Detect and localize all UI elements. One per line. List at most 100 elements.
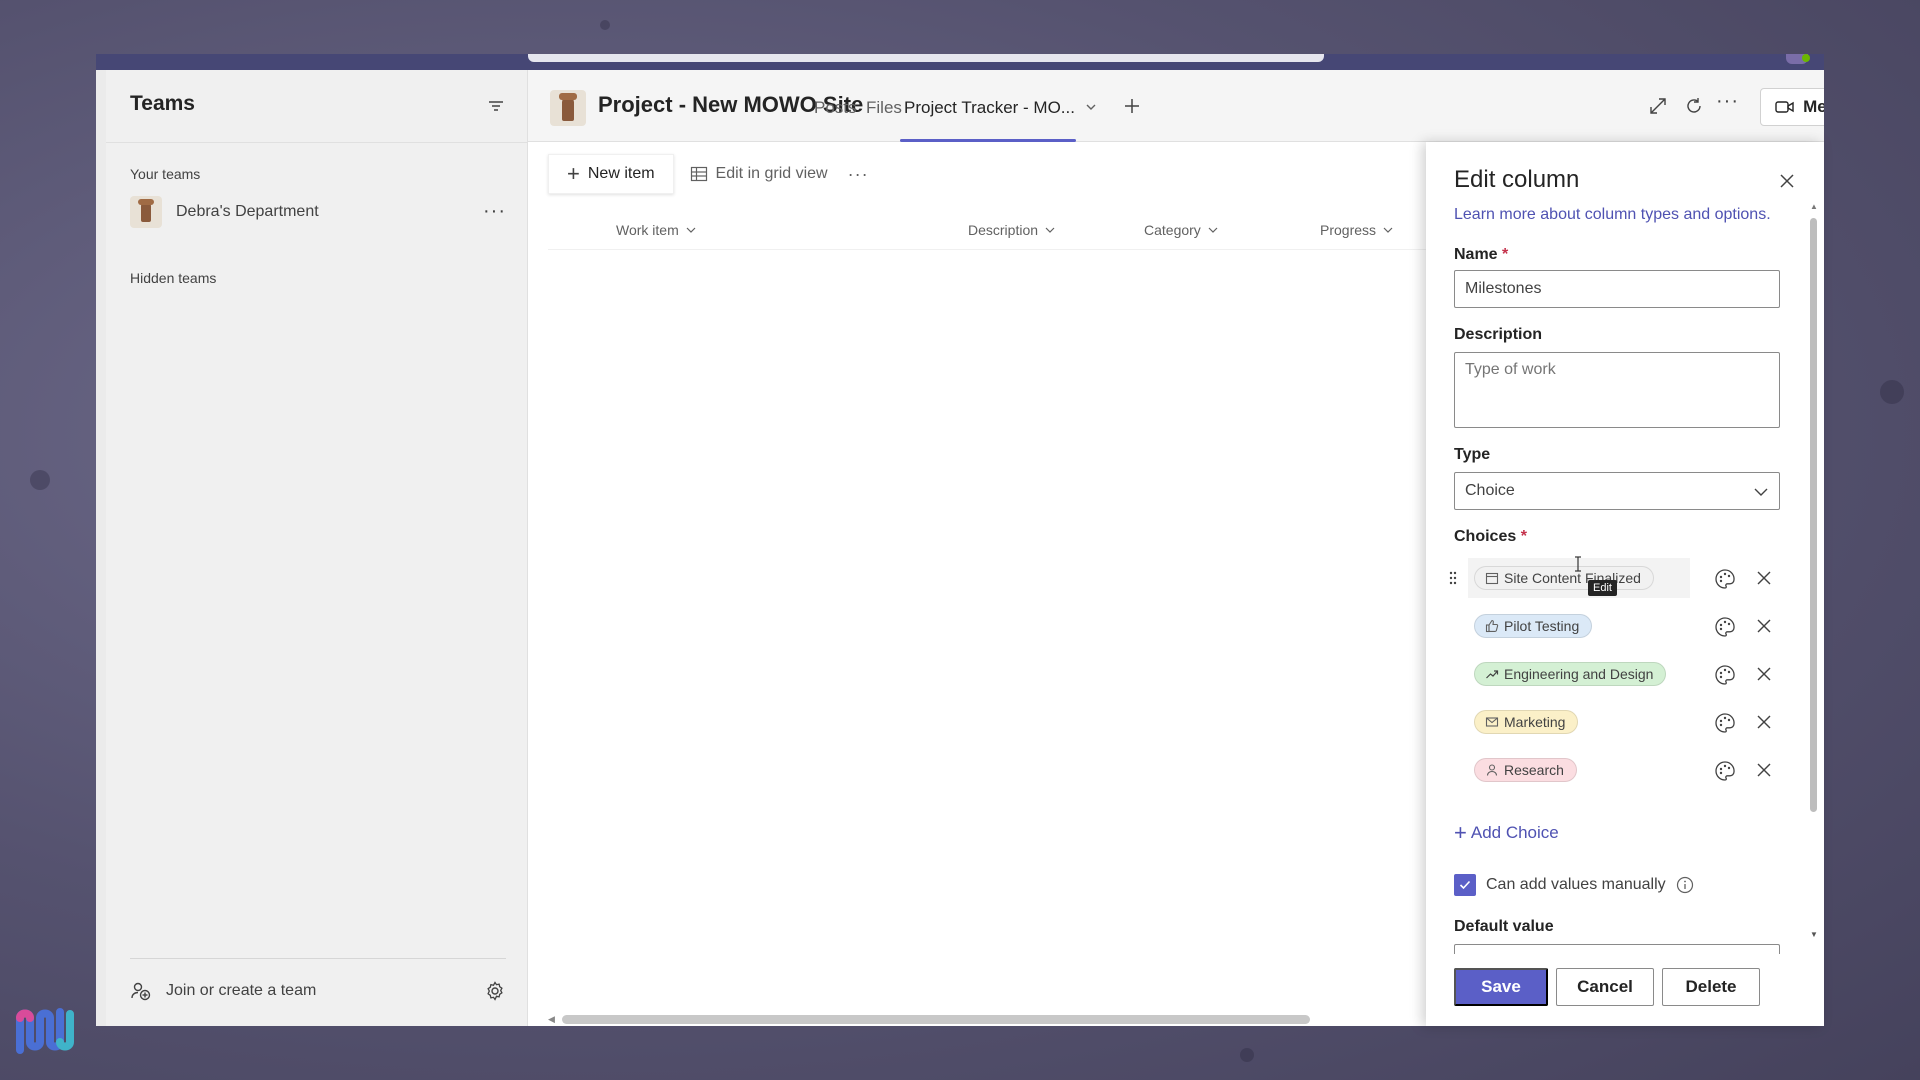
- team-avatar: [130, 196, 162, 228]
- team-more-options-icon[interactable]: ···: [483, 200, 506, 223]
- scroll-left-icon[interactable]: ◀: [548, 1014, 555, 1025]
- edit-column-panel: Edit column Learn more about column type…: [1426, 142, 1824, 1026]
- chevron-down-icon: [1045, 227, 1055, 233]
- column-header-progress[interactable]: Progress: [1320, 222, 1394, 238]
- tab-project-tracker[interactable]: Project Tracker - MO...: [904, 98, 1075, 118]
- manual-values-option[interactable]: Can add values manually: [1454, 874, 1694, 896]
- type-select[interactable]: Choice: [1454, 472, 1780, 510]
- close-icon[interactable]: [1778, 172, 1796, 190]
- choice-row[interactable]: Marketing: [1448, 702, 1771, 742]
- required-mark: *: [1502, 246, 1509, 263]
- user-avatar[interactable]: [1786, 54, 1810, 64]
- title-bar: [96, 54, 1824, 70]
- edit-grid-view-button[interactable]: Edit in grid view: [690, 165, 828, 183]
- palette-icon[interactable]: [1714, 760, 1736, 782]
- choice-pill[interactable]: Marketing: [1474, 710, 1579, 734]
- thumbs-up-icon: [1485, 619, 1499, 633]
- gear-icon[interactable]: [484, 980, 506, 1002]
- choice-pill[interactable]: Engineering and Design: [1474, 662, 1667, 686]
- learn-more-link[interactable]: Learn more about column types and option…: [1454, 206, 1771, 224]
- horizontal-scrollbar[interactable]: ◀: [548, 1014, 1444, 1024]
- chevron-down-icon[interactable]: [1084, 100, 1098, 114]
- required-mark: *: [1520, 528, 1527, 545]
- scrollbar-thumb[interactable]: [562, 1015, 1310, 1024]
- manual-values-checkbox[interactable]: [1454, 874, 1476, 896]
- choices-label-text: Choices: [1454, 528, 1517, 545]
- sidebar-divider: [106, 142, 527, 143]
- palette-icon[interactable]: [1714, 664, 1736, 686]
- column-header-description[interactable]: Description: [968, 222, 1056, 238]
- tab-posts[interactable]: Posts: [814, 98, 857, 118]
- choice-row[interactable]: Engineering and Design: [1448, 654, 1771, 694]
- chevron-down-icon: [1383, 227, 1393, 233]
- brand-logo-icon: [16, 1008, 74, 1054]
- meet-button[interactable]: Meet: [1760, 88, 1824, 126]
- hidden-teams-heading[interactable]: Hidden teams: [130, 270, 216, 286]
- drag-handle-icon[interactable]: [1448, 571, 1458, 585]
- save-button[interactable]: Save: [1454, 968, 1548, 1006]
- cancel-button[interactable]: Cancel: [1556, 968, 1654, 1006]
- search-bar[interactable]: [528, 54, 1324, 62]
- choice-label: Research: [1504, 762, 1564, 778]
- text-cursor-icon: [1575, 556, 1581, 572]
- close-icon[interactable]: [1756, 666, 1772, 682]
- delete-button[interactable]: Delete: [1662, 968, 1760, 1006]
- column-header-category[interactable]: Category: [1144, 222, 1219, 238]
- team-item-debras-department[interactable]: Debra's Department ···: [130, 194, 506, 230]
- sidebar-title: Teams: [130, 92, 195, 115]
- new-item-button[interactable]: + New item: [548, 154, 674, 194]
- filter-icon[interactable]: [486, 96, 506, 116]
- calendar-icon: [1485, 572, 1499, 585]
- join-or-create-team-button[interactable]: Join or create a team: [130, 976, 506, 1006]
- description-field[interactable]: [1454, 352, 1780, 428]
- chevron-down-icon: [686, 227, 696, 233]
- mail-icon: [1485, 717, 1499, 727]
- meet-label: Meet: [1803, 97, 1824, 116]
- more-options-icon[interactable]: ···: [1716, 90, 1739, 113]
- choice-pill[interactable]: Site Content Finalized: [1474, 566, 1654, 590]
- choices-label: Choices *: [1454, 528, 1527, 546]
- close-icon[interactable]: [1756, 714, 1772, 730]
- choice-row[interactable]: Research: [1448, 750, 1771, 790]
- choice-pill[interactable]: Research: [1474, 758, 1577, 782]
- scroll-up-icon[interactable]: ▲: [1810, 202, 1818, 211]
- column-header-work-item[interactable]: Work item: [616, 222, 697, 238]
- plus-icon: +: [1454, 820, 1467, 845]
- panel-footer: Save Cancel Delete: [1426, 954, 1824, 1026]
- add-choice-button[interactable]: + Add Choice: [1454, 822, 1559, 844]
- scroll-down-icon[interactable]: ▼: [1810, 930, 1818, 939]
- people-add-icon: [131, 982, 151, 1001]
- chevron-down-icon: [1208, 227, 1218, 233]
- tab-files[interactable]: Files: [866, 98, 902, 118]
- more-commands-icon[interactable]: ···: [848, 164, 869, 185]
- add-choice-label: Add Choice: [1470, 823, 1559, 842]
- name-label-text: Name: [1454, 246, 1498, 263]
- grid-icon: [690, 166, 707, 182]
- refresh-icon[interactable]: [1684, 96, 1704, 116]
- name-field[interactable]: [1454, 270, 1780, 308]
- expand-icon[interactable]: [1648, 96, 1668, 116]
- description-label: Description: [1454, 326, 1543, 343]
- active-tab-indicator: [900, 139, 1076, 142]
- close-icon[interactable]: [1756, 762, 1772, 778]
- panel-scrollbar[interactable]: ▲ ▼: [1808, 202, 1818, 942]
- palette-icon[interactable]: [1714, 712, 1736, 734]
- close-icon[interactable]: [1756, 618, 1772, 634]
- add-tab-icon[interactable]: [1122, 96, 1142, 116]
- plus-icon: +: [567, 161, 580, 186]
- scrollbar-thumb[interactable]: [1810, 218, 1817, 812]
- choice-pill[interactable]: Pilot Testing: [1474, 614, 1593, 638]
- name-label: Name *: [1454, 246, 1508, 264]
- meet-now-button[interactable]: Meet: [1761, 89, 1824, 125]
- teams-sidebar: Teams Your teams Debra's Department ··· …: [106, 70, 528, 1026]
- palette-icon[interactable]: [1714, 568, 1736, 590]
- choice-row[interactable]: Pilot Testing: [1448, 606, 1771, 646]
- info-icon[interactable]: [1676, 876, 1694, 894]
- person-icon: [1486, 764, 1498, 776]
- palette-icon[interactable]: [1714, 616, 1736, 638]
- manual-values-label: Can add values manually: [1486, 876, 1666, 893]
- type-value: Choice: [1465, 482, 1515, 499]
- video-camera-icon: [1775, 101, 1794, 113]
- choice-label: Pilot Testing: [1504, 618, 1580, 634]
- close-icon[interactable]: [1756, 570, 1772, 586]
